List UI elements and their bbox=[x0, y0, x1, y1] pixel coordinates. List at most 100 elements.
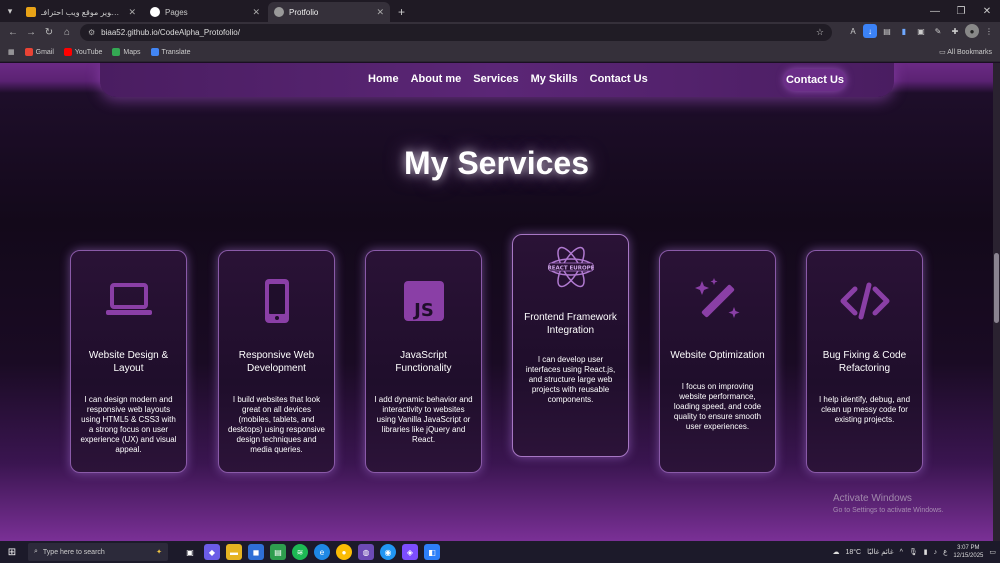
nav-link-home[interactable]: Home bbox=[368, 73, 399, 85]
close-icon[interactable]: ✕ bbox=[252, 7, 260, 18]
page-scrollbar[interactable] bbox=[993, 63, 1000, 541]
taskbar-apps: ▣ ◆ ▬ ◼ ▤ ≋ e ● ◍ ◉ ◈ ◧ bbox=[182, 544, 440, 560]
globe-icon bbox=[274, 7, 284, 17]
weather-icon[interactable]: ☁ bbox=[832, 548, 839, 556]
svg-text:JS: JS bbox=[412, 300, 434, 321]
service-card-bugfix[interactable]: Bug Fixing & Code Refactoring I help ide… bbox=[806, 250, 923, 473]
react-icon: REACT EUROPE bbox=[543, 239, 599, 295]
forward-icon[interactable]: → bbox=[22, 24, 40, 42]
activate-windows-watermark: Activate Windows Go to Settings to activ… bbox=[833, 493, 944, 514]
laptop-icon bbox=[101, 273, 157, 329]
url-text: biaa52.github.io/CodeAlpha_Protofolio/ bbox=[101, 28, 240, 37]
card-title: Website Design & Layout bbox=[88, 350, 169, 374]
app-icon[interactable]: ◧ bbox=[424, 544, 440, 560]
scrollbar-thumb[interactable] bbox=[994, 253, 999, 323]
nav-link-skills[interactable]: My Skills bbox=[531, 73, 578, 85]
js-icon: JS bbox=[396, 273, 452, 329]
browser-tab-1[interactable]: Pages ✕ bbox=[144, 2, 266, 22]
code-icon bbox=[837, 273, 893, 329]
windows-start-icon[interactable]: ⊞ bbox=[0, 541, 24, 563]
minimize-icon[interactable]: — bbox=[922, 0, 948, 22]
tray-overflow-icon[interactable]: ^ bbox=[900, 549, 903, 556]
app-icon[interactable]: ◉ bbox=[380, 544, 396, 560]
store-icon[interactable]: ◼ bbox=[248, 544, 264, 560]
spotify-icon[interactable]: ≋ bbox=[292, 544, 308, 560]
app-icon[interactable]: ◍ bbox=[358, 544, 374, 560]
card-title: Bug Fixing & Code Refactoring bbox=[822, 350, 907, 374]
microphone-icon[interactable]: 🎙 bbox=[909, 548, 918, 556]
translate-icon bbox=[150, 48, 159, 56]
notification-icon[interactable]: ▭ bbox=[989, 548, 996, 556]
edge-icon[interactable]: e bbox=[314, 544, 330, 560]
search-placeholder: Type here to search bbox=[42, 548, 105, 556]
taskbar-search[interactable]: ⌕ Type here to search ✦ bbox=[28, 543, 168, 561]
site-info-icon[interactable]: ⚙ bbox=[88, 28, 95, 37]
eyedropper-icon[interactable]: ✎ bbox=[931, 24, 945, 38]
nav-link-services[interactable]: Services bbox=[473, 73, 518, 85]
browser-tab-bar: ▾ تصميم وتطوير موقع ويب احترافـ ✕ Pages … bbox=[0, 0, 1000, 22]
service-card-responsive[interactable]: Responsive Web Development I build websi… bbox=[218, 250, 335, 473]
language-indicator[interactable]: ع bbox=[943, 548, 947, 556]
network-icon[interactable]: ▮ bbox=[924, 548, 928, 556]
file-explorer-icon[interactable]: ▬ bbox=[226, 544, 242, 560]
bookmark-gmail[interactable]: Gmail bbox=[24, 48, 54, 56]
close-icon[interactable]: ✕ bbox=[128, 7, 136, 18]
system-tray: ☁ 18°C غائم غالبًا ^ 🎙 ▮ ♪ ع 3:07 PM 12/… bbox=[832, 541, 996, 563]
bookmark-youtube[interactable]: YouTube bbox=[63, 48, 102, 56]
tab-title: Pages bbox=[165, 7, 188, 17]
extension-icon[interactable]: ▣ bbox=[914, 24, 928, 38]
card-description: I can design modern and responsive web l… bbox=[80, 395, 177, 454]
close-icon[interactable]: ✕ bbox=[376, 7, 384, 18]
download-icon[interactable]: ↓ bbox=[863, 24, 877, 38]
search-icon: ⌕ bbox=[34, 548, 38, 555]
clock[interactable]: 3:07 PM 12/15/2025 bbox=[953, 544, 983, 560]
windows-taskbar: ⊞ ⌕ Type here to search ✦ ▣ ◆ ▬ ◼ ▤ ≋ e … bbox=[0, 541, 1000, 563]
react-icon-label: REACT EUROPE bbox=[547, 266, 594, 272]
read-aloud-icon[interactable]: A bbox=[846, 24, 860, 38]
github-icon bbox=[150, 7, 160, 17]
browser-tab-2[interactable]: Protfolio ✕ bbox=[268, 2, 390, 22]
extension-icon[interactable]: ▮ bbox=[897, 24, 911, 38]
extension-icon[interactable]: ▤ bbox=[880, 24, 894, 38]
address-bar[interactable]: ⚙ biaa52.github.io/CodeAlpha_Protofolio/… bbox=[80, 24, 832, 41]
back-icon[interactable]: ← bbox=[4, 24, 22, 42]
browser-toolbar: ← → ↻ ⌂ ⚙ biaa52.github.io/CodeAlpha_Pro… bbox=[0, 22, 1000, 43]
bookmark-maps[interactable]: Maps bbox=[112, 48, 141, 56]
reload-icon[interactable]: ↻ bbox=[40, 24, 58, 42]
nav-link-contact[interactable]: Contact Us bbox=[590, 73, 648, 85]
all-bookmarks-button[interactable]: ▭ All Bookmarks bbox=[939, 48, 992, 56]
close-window-icon[interactable]: ✕ bbox=[974, 0, 1000, 22]
task-view-icon[interactable]: ▣ bbox=[182, 544, 198, 560]
menu-kebab-icon[interactable]: ⋮ bbox=[982, 24, 996, 38]
app-icon[interactable]: ◈ bbox=[402, 544, 418, 560]
service-card-javascript[interactable]: JS JavaScript Functionality I add dynami… bbox=[365, 250, 482, 473]
apps-grid-icon[interactable]: ▦ bbox=[8, 48, 15, 56]
home-icon[interactable]: ⌂ bbox=[58, 24, 76, 42]
restore-icon[interactable]: ❐ bbox=[948, 0, 974, 22]
magic-wand-icon bbox=[690, 273, 746, 329]
service-card-design[interactable]: Website Design & Layout I can design mod… bbox=[70, 250, 187, 473]
contact-us-button[interactable]: Contact Us bbox=[784, 69, 846, 91]
weather-label: غائم غالبًا bbox=[867, 549, 894, 556]
calendar-icon[interactable]: ▤ bbox=[270, 544, 286, 560]
service-card-framework[interactable]: REACT EUROPE Frontend Framework Integrat… bbox=[512, 234, 629, 457]
service-card-optimization[interactable]: Website Optimization I focus on improvin… bbox=[659, 250, 776, 473]
bookmark-star-icon[interactable]: ☆ bbox=[816, 27, 824, 38]
card-description: I build websites that look great on all … bbox=[228, 395, 325, 454]
browser-tab-0[interactable]: تصميم وتطوير موقع ويب احترافـ ✕ bbox=[20, 2, 142, 22]
tab-search-button[interactable]: ▾ bbox=[0, 0, 20, 22]
bookmarks-bar: ▦ Gmail YouTube Maps Translate ▭ All Boo… bbox=[0, 43, 1000, 62]
nav-link-about[interactable]: About me bbox=[411, 73, 462, 85]
copilot-icon[interactable]: ◆ bbox=[204, 544, 220, 560]
profile-avatar[interactable]: ● bbox=[965, 24, 979, 38]
volume-icon[interactable]: ♪ bbox=[934, 549, 938, 556]
card-title: Responsive Web Development bbox=[238, 350, 315, 374]
tab-title: Protfolio bbox=[289, 7, 319, 17]
maps-icon bbox=[112, 48, 121, 56]
card-description: I focus on improving website performance… bbox=[673, 382, 762, 431]
chrome-icon[interactable]: ● bbox=[336, 544, 352, 560]
bookmark-translate[interactable]: Translate bbox=[150, 48, 190, 56]
bing-sparkle-icon: ✦ bbox=[156, 549, 162, 556]
extensions-puzzle-icon[interactable]: ✚ bbox=[948, 24, 962, 38]
new-tab-button[interactable]: + bbox=[392, 2, 411, 22]
